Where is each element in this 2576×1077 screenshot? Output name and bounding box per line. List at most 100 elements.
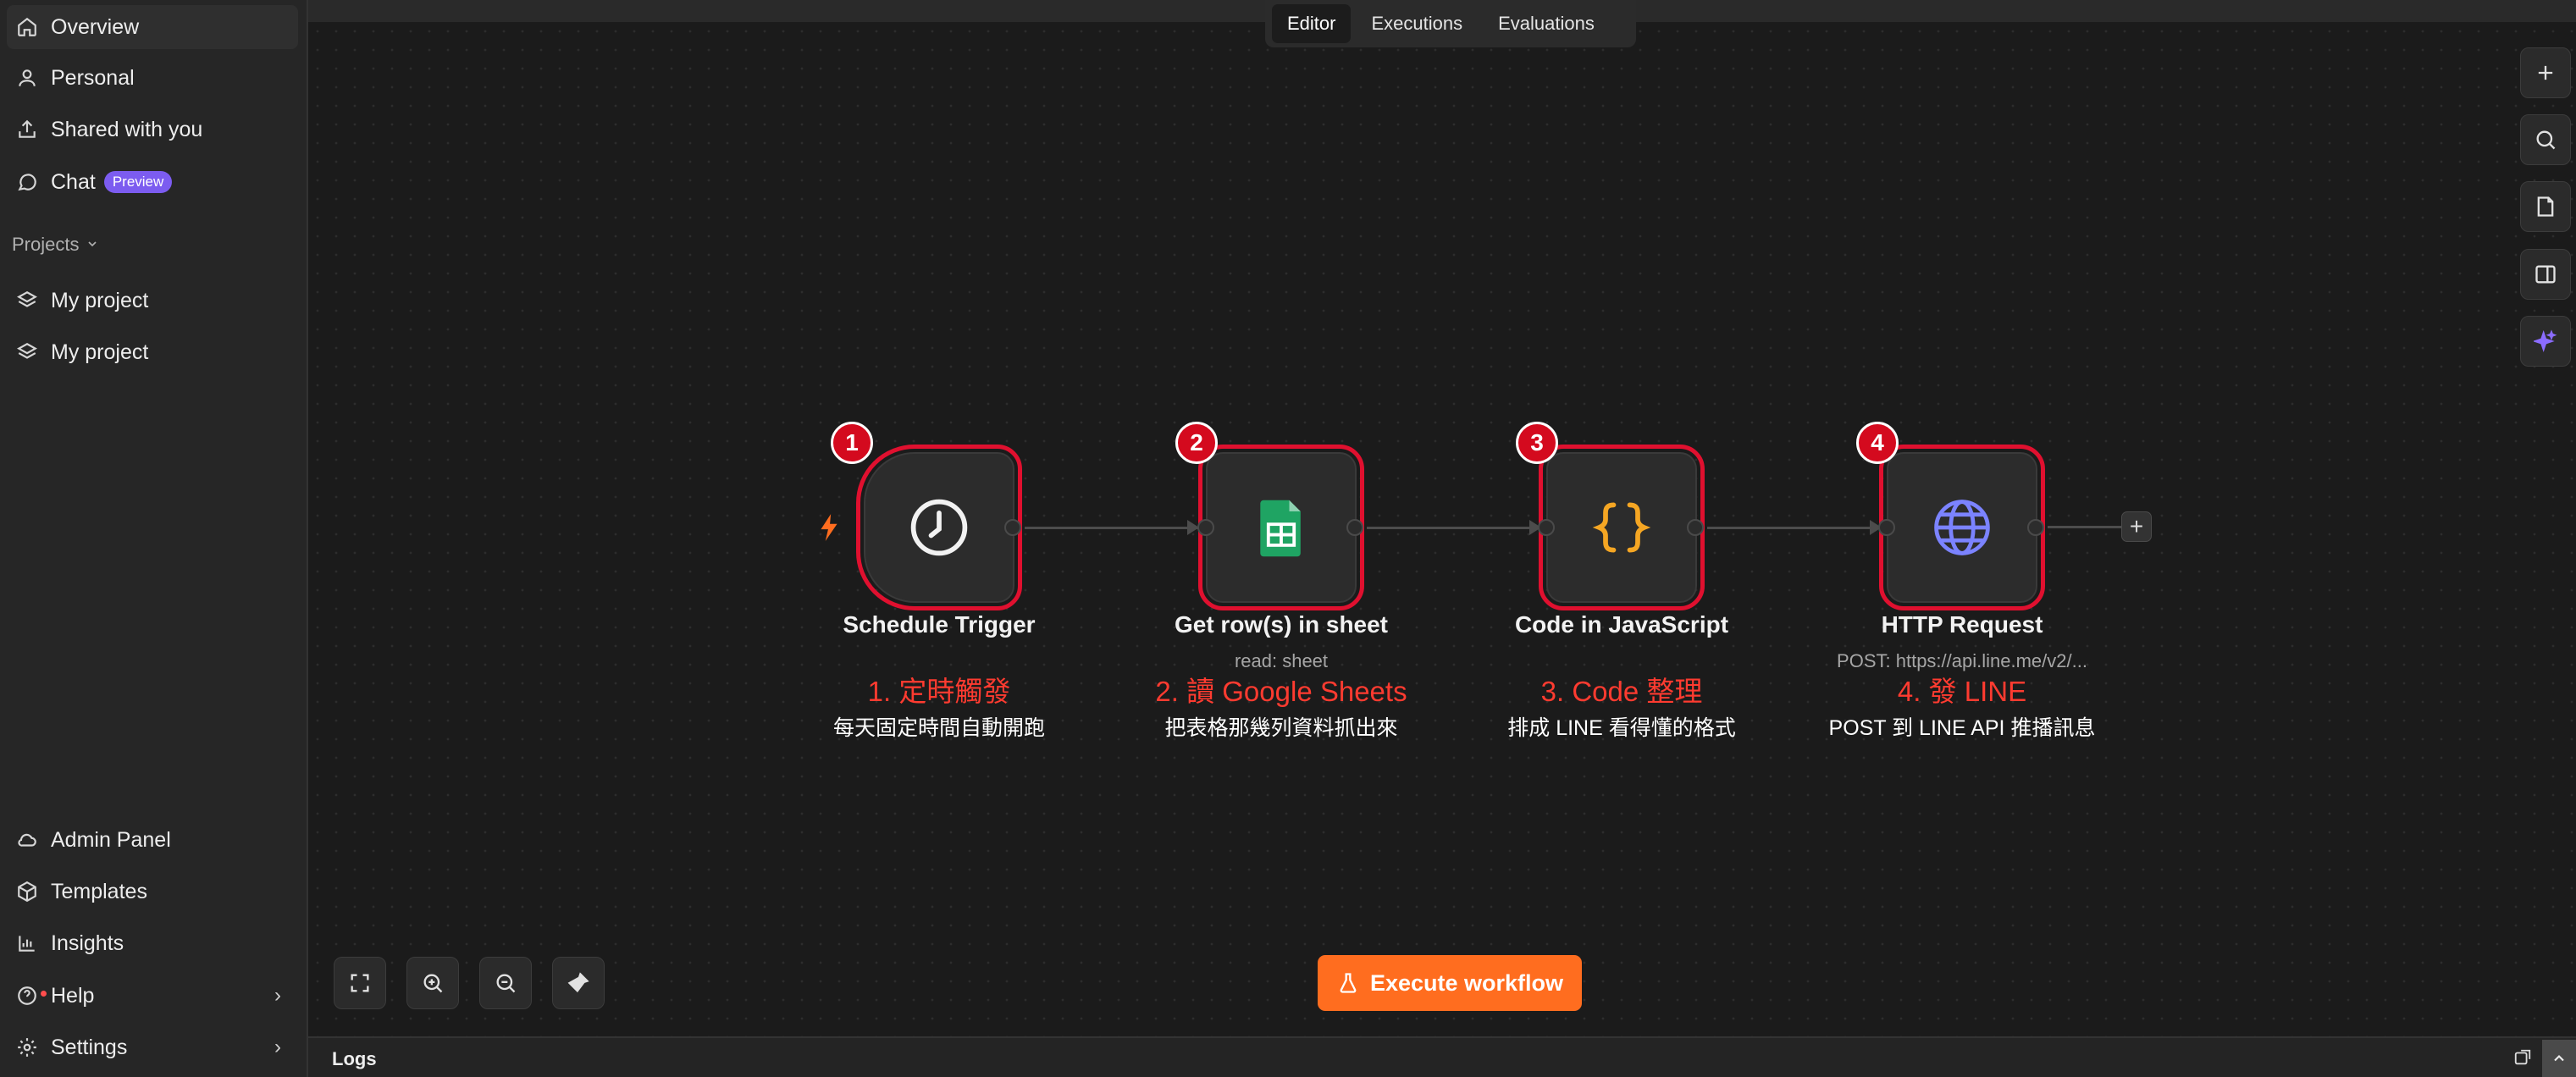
node-title: Schedule Trigger <box>843 611 1036 638</box>
projects-header[interactable]: Projects <box>12 234 99 256</box>
connection-line <box>2048 526 2125 528</box>
sidebar-item-overview[interactable]: Overview <box>7 5 298 49</box>
sidebar-item-label: Insights <box>51 931 124 955</box>
zoom-in-icon <box>423 974 443 993</box>
sidebar-project-item[interactable]: My project <box>7 279 298 323</box>
sidebar-project-item[interactable]: My project <box>7 330 298 374</box>
zoom-out-button[interactable] <box>479 957 532 1009</box>
search-button[interactable] <box>2520 114 2571 165</box>
connection-line <box>1367 527 1541 529</box>
node-http-request[interactable] <box>1879 445 2045 610</box>
chevron-right-icon: › <box>274 1036 281 1058</box>
annotation-title: 3. Code 整理 <box>1540 676 1703 707</box>
annotation-desc: 把表格那幾列資料抓出來 <box>1164 716 1398 740</box>
node-code-in-javascript[interactable] <box>1539 445 1705 610</box>
sidebar-item-label: Overview <box>51 14 140 39</box>
tidy-up-button[interactable] <box>552 957 605 1009</box>
code-braces-icon <box>1592 502 1651 553</box>
node-output-handle[interactable] <box>1004 519 1021 536</box>
sidebar-item-label: Settings <box>51 1035 128 1059</box>
broom-icon <box>567 972 589 993</box>
node-title: Get row(s) in sheet <box>1174 611 1389 638</box>
sticky-note-icon <box>2537 196 2554 217</box>
step-badge: 4 <box>1856 422 1899 464</box>
sidebar-item-insights[interactable]: Insights <box>7 921 298 965</box>
view-tabs: Editor Executions Evaluations <box>1265 0 1636 47</box>
node-title: HTTP Request <box>1881 611 2043 638</box>
layers-icon <box>15 340 39 364</box>
step-badge: 3 <box>1516 422 1558 464</box>
tab-evaluations[interactable]: Evaluations <box>1483 4 1610 43</box>
node-input-handle[interactable] <box>1878 519 1895 536</box>
sidebar-item-label: Chat <box>51 169 96 194</box>
tab-executions[interactable]: Executions <box>1356 4 1478 43</box>
search-icon <box>2536 130 2556 150</box>
sidebar-item-admin-panel[interactable]: Admin Panel <box>7 818 298 862</box>
trigger-bolt-icon <box>821 514 837 541</box>
chevron-right-icon: › <box>274 984 281 1007</box>
node-schedule-trigger[interactable] <box>856 445 1022 610</box>
connection-line <box>1025 527 1199 529</box>
help-icon <box>15 984 47 1008</box>
sidebar-item-settings[interactable]: Settings › <box>7 1025 298 1069</box>
annotation-desc: 排成 LINE 看得懂的格式 <box>1507 716 1736 740</box>
chat-icon <box>15 170 39 194</box>
cloud-icon <box>15 828 39 852</box>
sidebar-item-label: My project <box>51 340 149 364</box>
step-badge: 2 <box>1175 422 1218 464</box>
add-node-button[interactable]: + <box>2121 511 2152 542</box>
step-badge: 1 <box>831 422 873 464</box>
execute-workflow-button[interactable]: Execute workflow <box>1318 955 1582 1011</box>
sidebar-item-shared[interactable]: Shared with you <box>7 108 298 152</box>
pop-out-icon[interactable] <box>2513 1048 2532 1067</box>
annotation-title: 4. 發 LINE <box>1897 676 2027 707</box>
globe-icon <box>1934 500 1990 555</box>
package-icon <box>15 880 39 903</box>
fullscreen-icon <box>351 974 369 992</box>
sidebar-item-label: Templates <box>51 879 147 903</box>
ai-assistant-button[interactable] <box>2520 316 2571 367</box>
execute-workflow-label: Execute workflow <box>1369 969 1564 996</box>
node-input-handle[interactable] <box>1538 519 1555 536</box>
preview-badge: Preview <box>103 171 173 193</box>
logs-label: Logs <box>332 1048 377 1069</box>
node-output-handle[interactable] <box>1346 519 1363 536</box>
sidebar-item-label: Help <box>51 983 95 1008</box>
clock-icon <box>910 499 968 556</box>
chevron-down-icon <box>86 234 99 256</box>
add-node-panel-button[interactable] <box>2520 47 2571 98</box>
sidebar-item-label: Shared with you <box>51 117 203 141</box>
sidebar-item-help[interactable]: Help › <box>7 974 298 1018</box>
sticky-note-button[interactable] <box>2520 181 2571 232</box>
fit-view-button[interactable] <box>334 957 386 1009</box>
logs-panel[interactable]: Logs <box>308 1036 2576 1077</box>
node-title: Code in JavaScript <box>1514 611 1729 638</box>
node-get-rows-in-sheet[interactable] <box>1198 445 1364 610</box>
panel-icon <box>2535 265 2556 284</box>
sidebar-item-label: My project <box>51 288 149 312</box>
annotation-desc: POST 到 LINE API 推播訊息 <box>1828 716 2096 740</box>
zoom-out-icon <box>496 974 516 993</box>
node-output-handle[interactable] <box>1687 519 1704 536</box>
projects-header-label: Projects <box>12 234 80 255</box>
sidebar-item-templates[interactable]: Templates <box>7 870 298 914</box>
node-input-handle[interactable] <box>1197 519 1214 536</box>
sidebar-item-label: Admin Panel <box>51 827 171 852</box>
bar-chart-icon <box>15 931 39 955</box>
chevron-up-icon[interactable] <box>2542 1040 2576 1077</box>
annotation-title: 1. 定時觸發 <box>867 676 1011 707</box>
sidebar-item-chat[interactable]: Chat Preview <box>7 160 298 204</box>
annotation-title: 2. 讀 Google Sheets <box>1155 676 1407 707</box>
zoom-in-button[interactable] <box>406 957 459 1009</box>
sidebar-item-label: Personal <box>51 65 135 90</box>
tab-editor[interactable]: Editor <box>1272 4 1352 43</box>
workflow-canvas[interactable] <box>308 22 2576 1036</box>
notification-dot <box>41 991 47 997</box>
node-output-handle[interactable] <box>2027 519 2044 536</box>
layers-icon <box>15 289 39 312</box>
annotation-desc: 每天固定時間自動開跑 <box>832 716 1045 740</box>
toggle-panel-button[interactable] <box>2520 249 2571 300</box>
sidebar-item-personal[interactable]: Personal <box>7 56 298 100</box>
plus-icon <box>2538 65 2553 80</box>
gear-icon <box>15 1036 39 1059</box>
